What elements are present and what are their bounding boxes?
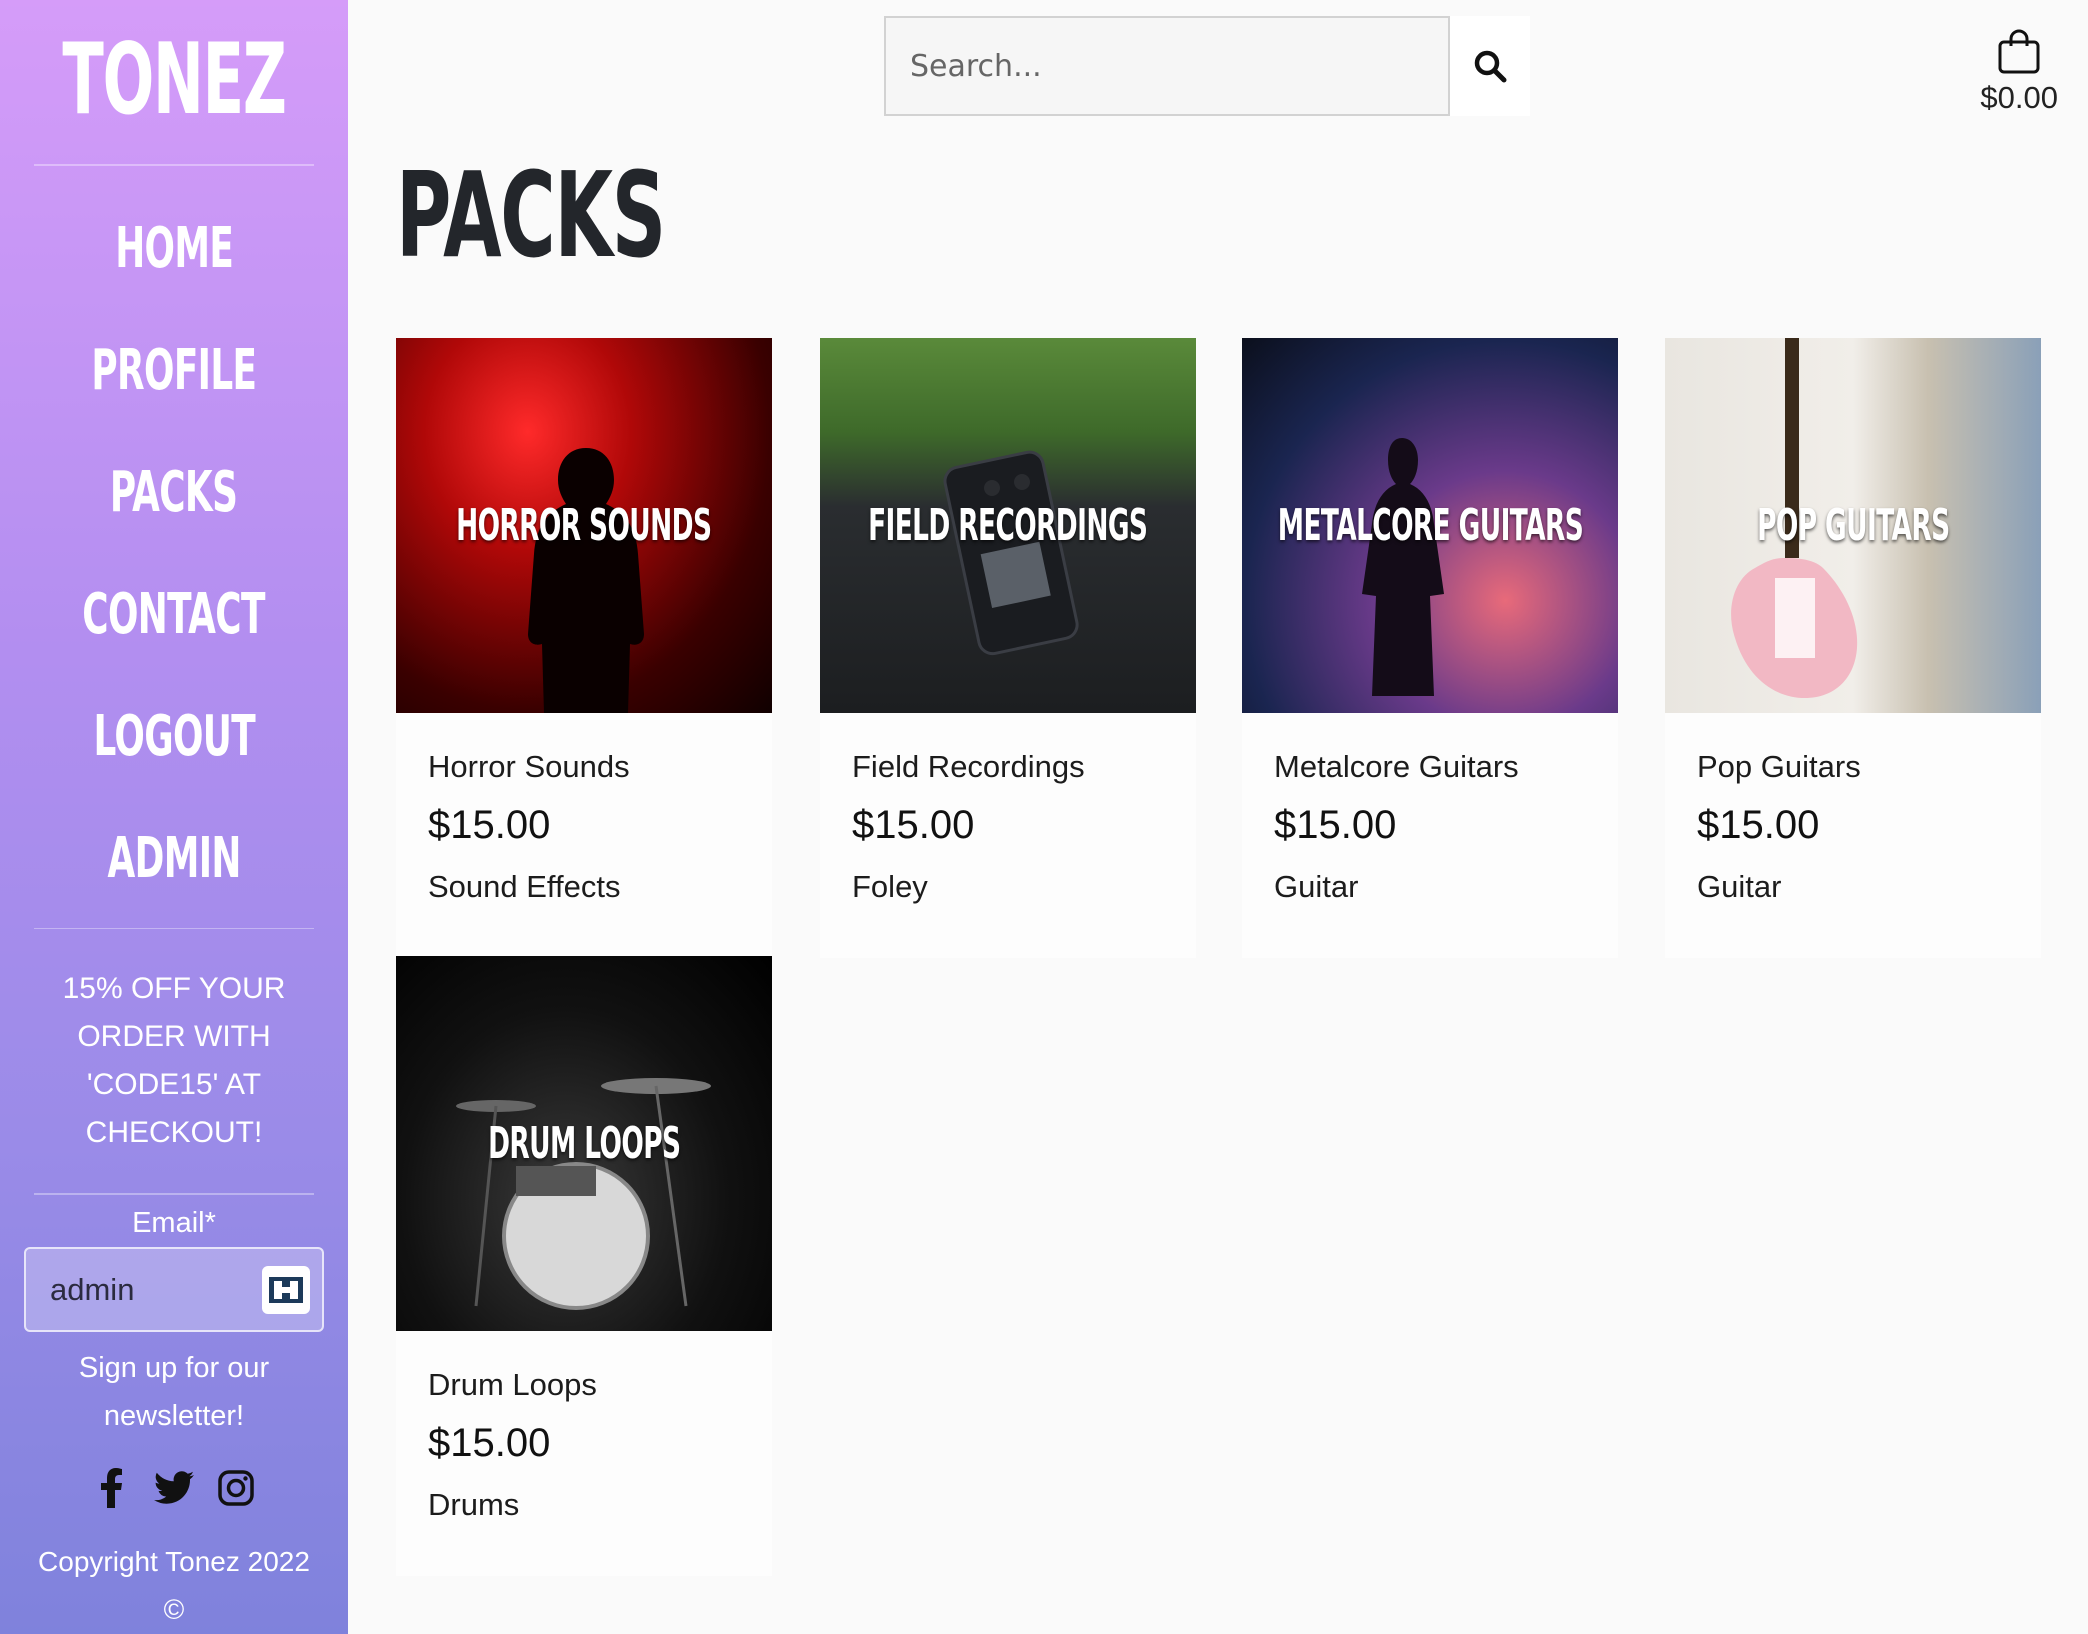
product-image[interactable]: FIELD RECORDINGS [820,338,1196,713]
sidebar-divider [34,927,314,930]
product-image[interactable]: POP GUITARS [1665,338,2041,713]
search-bar [884,16,1530,116]
cart-total: $0.00 [1980,80,2058,115]
product-info: Field Recordings $15.00 Foley [820,713,1196,958]
product-image[interactable]: HORROR SOUNDS [396,338,772,713]
product-price: $15.00 [428,1421,551,1465]
product-name[interactable]: Pop Guitars [1697,747,2009,787]
sidebar-divider [34,1193,314,1196]
email-label: Email* [132,1207,216,1240]
nav-admin[interactable]: ADMIN [107,798,241,920]
product-name[interactable]: Horror Sounds [428,747,740,787]
product-card[interactable]: HORROR SOUNDS Horror Sounds $15.00 Sound… [396,338,772,958]
password-manager-icon[interactable] [262,1265,310,1314]
product-price: $15.00 [1274,803,1397,847]
product-info: Pop Guitars $15.00 Guitar [1665,713,2041,958]
sidebar: TONEZ HOME PROFILE PACKS CONTACT LOGOUT … [0,0,348,1634]
search-button[interactable] [1450,16,1530,116]
product-price: $15.00 [852,803,975,847]
brand-logo[interactable]: TONEZ [62,30,287,130]
newsletter-signup-text[interactable]: Sign up for our newsletter! [64,1344,284,1440]
product-info: Horror Sounds $15.00 Sound Effects [396,713,772,958]
product-name[interactable]: Metalcore Guitars [1274,747,1586,787]
product-name[interactable]: Field Recordings [852,747,1164,787]
copyright-text: Copyright Tonez 2022 © [38,1546,310,1625]
product-overlay-title: METALCORE GUITARS [1277,500,1583,551]
search-icon [1474,50,1507,83]
nav-home[interactable]: HOME [115,188,234,310]
shopping-bag-icon [1998,29,2040,74]
product-name[interactable]: Drum Loops [428,1365,740,1405]
facebook-icon[interactable] [92,1468,132,1508]
search-input[interactable] [884,16,1450,116]
product-category: Foley [852,869,928,904]
product-image[interactable]: DRUM LOOPS [396,956,772,1331]
nav-profile[interactable]: PROFILE [91,310,257,432]
product-category: Guitar [1697,869,1782,904]
product-card[interactable]: METALCORE GUITARS Metalcore Guitars $15.… [1242,338,1618,958]
nav-contact[interactable]: CONTACT [83,554,266,676]
product-image[interactable]: METALCORE GUITARS [1242,338,1618,713]
product-category: Sound Effects [428,869,621,904]
twitter-icon[interactable] [154,1468,194,1508]
email-value[interactable]: admin [50,1272,134,1308]
promo-text: 15% OFF YOUR ORDER WITH 'CODE15' AT CHEC… [62,972,286,1150]
product-overlay-title: FIELD RECORDINGS [868,500,1148,551]
page-title: PACKS [396,146,666,284]
product-overlay-title: DRUM LOOPS [487,1118,681,1169]
product-card[interactable]: DRUM LOOPS Drum Loops $15.00 Drums [396,956,772,1576]
product-overlay-title: HORROR SOUNDS [456,500,712,551]
product-card[interactable]: FIELD RECORDINGS Field Recordings $15.00… [820,338,1196,958]
sidebar-nav: HOME PROFILE PACKS CONTACT LOGOUT ADMIN [31,188,316,920]
instagram-icon[interactable] [216,1468,256,1508]
product-info: Metalcore Guitars $15.00 Guitar [1242,713,1618,958]
product-info: Drum Loops $15.00 Drums [396,1331,772,1576]
product-overlay-title: POP GUITARS [1756,500,1950,551]
sidebar-divider [34,164,314,166]
cart[interactable]: $0.00 [1980,28,2058,116]
social-links [92,1468,256,1508]
product-price: $15.00 [1697,803,1820,847]
product-price: $15.00 [428,803,551,847]
nav-packs[interactable]: PACKS [110,432,238,554]
email-field[interactable]: admin [24,1247,324,1332]
nav-logout[interactable]: LOGOUT [93,676,255,798]
product-category: Guitar [1274,869,1359,904]
product-category: Drums [428,1487,520,1522]
product-card[interactable]: POP GUITARS Pop Guitars $15.00 Guitar [1665,338,2041,958]
